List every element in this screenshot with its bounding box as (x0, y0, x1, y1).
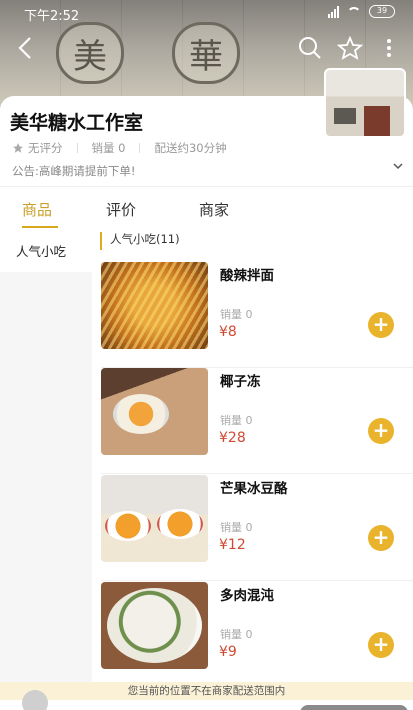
sign-char-1: 美 (56, 22, 124, 84)
wifi-icon (347, 6, 361, 17)
item-name: 椰子冻 (220, 374, 261, 390)
list-item[interactable]: 多肉混沌 销量 0 ¥9 + (92, 582, 413, 688)
shop-delivery: 配送约30分钟 (154, 141, 227, 155)
item-image[interactable] (101, 262, 208, 349)
category-title: 人气小吃(11) (100, 232, 180, 250)
item-price: ¥8 (219, 324, 237, 340)
sidebar-item-popular[interactable]: 人气小吃 (0, 232, 92, 272)
shop-photo-window (334, 108, 356, 124)
search-button[interactable] (298, 36, 322, 66)
more-button[interactable] (386, 38, 392, 64)
chevron-down-icon (393, 163, 403, 170)
list-item[interactable]: 酸辣拌面 销量 0 ¥8 + (92, 262, 413, 368)
item-sales: 销量 0 (220, 414, 253, 427)
meta-divider (139, 143, 141, 153)
active-tab-indicator (22, 226, 58, 228)
item-price: ¥12 (219, 537, 246, 553)
tab-products[interactable]: 商品 (22, 199, 52, 220)
search-icon (299, 37, 321, 59)
list-item[interactable]: 芒果冰豆酪 销量 0 ¥12 + (92, 475, 413, 581)
item-sales: 销量 0 (220, 521, 253, 534)
add-to-cart-button[interactable]: + (368, 525, 394, 551)
delivery-range-notice: 您当前的位置不在商家配送范围内 (0, 682, 413, 700)
status-time: 下午2:52 (24, 9, 80, 24)
tab-bar: 商品 评价 商家 (0, 186, 413, 232)
item-image[interactable] (101, 582, 208, 669)
item-price: ¥28 (219, 430, 246, 446)
add-to-cart-button[interactable]: + (368, 632, 394, 658)
item-price: ¥9 (219, 644, 237, 660)
category-sidebar: 人气小吃 (0, 232, 92, 692)
shop-sales: 销量 0 (91, 141, 126, 155)
more-vertical-icon (387, 39, 391, 57)
back-button[interactable] (18, 36, 32, 66)
item-name: 酸辣拌面 (220, 268, 274, 284)
rating-star-icon (13, 143, 23, 153)
expand-notice-button[interactable] (393, 160, 403, 173)
shop-notice: 公告:高峰期请提前下单! (12, 164, 136, 178)
checkout-button[interactable] (300, 705, 408, 710)
shop-meta: 无评分 销量 0 配送约30分钟 (12, 140, 227, 156)
list-item[interactable]: 椰子冻 销量 0 ¥28 + (92, 368, 413, 474)
item-name: 芒果冰豆酪 (220, 481, 288, 497)
cart-icon[interactable] (22, 690, 48, 710)
shop-rating: 无评分 (28, 141, 63, 155)
item-divider (101, 580, 413, 581)
sign-char-2: 華 (172, 22, 240, 84)
item-image[interactable] (101, 368, 208, 455)
battery-icon: 39 (369, 5, 395, 18)
item-sales: 销量 0 (220, 628, 253, 641)
back-arrow-icon (18, 37, 31, 59)
favorite-button[interactable] (336, 35, 364, 66)
item-name: 多肉混沌 (220, 588, 274, 604)
item-image[interactable] (101, 475, 208, 562)
tab-merchant[interactable]: 商家 (199, 199, 229, 220)
status-icons: 39 (328, 5, 395, 18)
star-icon (336, 35, 364, 60)
signal-icon (328, 5, 339, 18)
add-to-cart-button[interactable]: + (368, 418, 394, 444)
shop-name: 美华糖水工作室 (10, 112, 144, 134)
tab-reviews[interactable]: 评价 (106, 199, 136, 220)
item-divider (101, 473, 413, 474)
status-bar: 下午2:52 39 (0, 0, 413, 26)
add-to-cart-button[interactable]: + (368, 312, 394, 338)
shop-photo[interactable] (324, 68, 406, 138)
meta-divider (76, 143, 78, 153)
shop-photo-door (364, 106, 390, 136)
item-sales: 销量 0 (220, 308, 253, 321)
